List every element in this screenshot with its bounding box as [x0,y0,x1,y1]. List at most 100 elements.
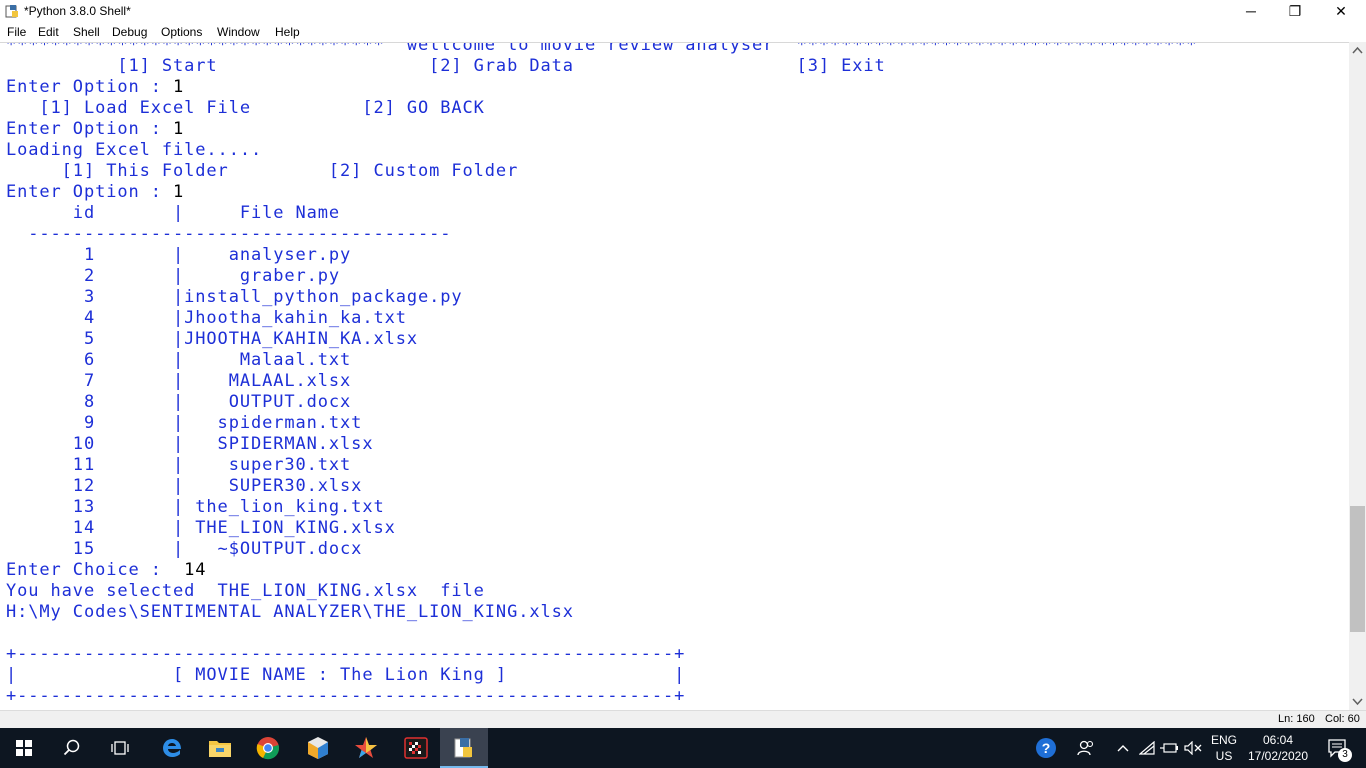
shell-line: id | File Name [6,203,340,224]
app-cube-icon[interactable] [294,728,342,768]
shell-line: 14 | THE_LION_KING.xlsx [6,518,396,539]
shell-output-text: | [ MOVIE NAME : The Lion King ] | [6,665,686,685]
shell-user-input: 1 [173,182,185,202]
shell-output-text: 1 | analyser.py [6,245,352,265]
minimize-button[interactable]: ─ [1228,0,1274,22]
maximize-button[interactable]: ❐ [1272,0,1318,22]
shell-output-text: 14 | THE_LION_KING.xlsx [6,518,396,538]
show-hidden-icons-chevron-icon[interactable] [1114,728,1132,768]
shell-output-text: Loading Excel file..... [6,140,263,160]
shell-line: ********************************** wellc… [6,42,1198,56]
shell-line: 15 | ~$OUTPUT.docx [6,539,362,560]
shell-line: 8 | OUTPUT.docx [6,392,351,413]
shell-line: +---------------------------------------… [6,686,685,707]
shell-output-text: 5 |JHOOTHA_KAHIN_KA.xlsx [6,329,418,349]
shell-output-text: 9 | spiderman.txt [6,413,363,433]
notification-count: 3 [1338,748,1352,762]
shell-line: 4 |Jhootha_kahin_ka.txt [6,308,407,329]
shell-output-text: Enter Option : [6,182,174,202]
search-icon[interactable] [48,728,96,768]
menu-options[interactable]: Options [161,25,202,39]
menu-help[interactable]: Help [275,25,300,39]
shell-output-text: ********************************** wellc… [6,42,1198,55]
shell-output-text: [1] Start [2] Grab Data [3] Exit [6,56,886,76]
close-icon: ✕ [1335,2,1347,19]
shell-line: 11 | super30.txt [6,455,351,476]
shell-line: 5 |JHOOTHA_KAHIN_KA.xlsx [6,329,418,350]
battery-plug-icon[interactable] [1159,728,1179,768]
help-tray-icon[interactable]: ? [1034,728,1058,768]
windows-start-icon[interactable] [0,728,48,768]
shell-user-input: 1 [173,119,185,139]
shell-output-text: +---------------------------------------… [6,686,686,706]
volume-muted-icon[interactable] [1183,728,1203,768]
shell-line: 6 | Malaal.txt [6,350,351,371]
shell-output-text: [1] This Folder [2] Custom Folder [6,161,519,181]
star-app-icon[interactable] [342,728,390,768]
shell-output-text: id | File Name [6,203,341,223]
shell-line: 7 | MALAAL.xlsx [6,371,351,392]
chrome-icon[interactable] [244,728,292,768]
taskbar: ? ENG US 06:04 17/02/2020 3 [0,728,1366,768]
clock-time: 06:04 [1262,733,1294,747]
shell-user-input: 14 [184,560,207,580]
shell-line: 12 | SUPER30.xlsx [6,476,362,497]
shell-line: | [ MOVIE NAME : The Lion King ] | [6,665,685,686]
shell-output-text: 4 |Jhootha_kahin_ka.txt [6,308,407,328]
clock-date: 17/02/2020 [1247,749,1309,763]
shell-output-text: 10 | SPIDERMAN.xlsx [6,434,374,454]
shell-line: -------------------------------------- [6,224,451,245]
shell-line: Enter Option : 1 [6,119,184,140]
scroll-up-arrow-icon[interactable] [1349,42,1366,59]
notifications-button[interactable]: 3 [1318,728,1358,768]
menu-file[interactable]: File [7,25,26,39]
status-bar: Ln: 160 Col: 60 [0,710,1366,729]
checker-app-icon[interactable] [392,728,440,768]
python-idle-taskbar-icon[interactable] [440,728,488,768]
line-number: Ln: 160 [1278,713,1315,725]
shell-line: [1] Load Excel File [2] GO BACK [6,98,485,119]
clock[interactable]: 06:04 17/02/2020 [1244,728,1312,768]
edge-icon[interactable] [148,728,196,768]
shell-output-text: Enter Option : [6,119,174,139]
shell-output-text: -------------------------------------- [6,224,452,244]
shell-text-area[interactable]: ********************************** wellc… [0,42,1349,711]
file-explorer-icon[interactable] [196,728,244,768]
wifi-icon[interactable] [1138,728,1156,768]
menu-bar: File Edit Shell Debug Options Window Hel… [0,22,1366,42]
shell-line: [1] This Folder [2] Custom Folder [6,161,518,182]
close-button[interactable]: ✕ [1318,0,1364,22]
language-label: ENG [1210,733,1237,747]
vertical-scrollbar[interactable] [1349,42,1366,710]
shell-output-text: 8 | OUTPUT.docx [6,392,352,412]
shell-output-text: 13 | the_lion_king.txt [6,497,385,517]
menu-window[interactable]: Window [217,25,260,39]
task-view-icon[interactable] [96,728,144,768]
shell-output-text: 3 |install_python_package.py [6,287,463,307]
shell-output-text: [1] Load Excel File [2] GO BACK [6,98,485,118]
window-title: *Python 3.8.0 Shell* [24,4,131,18]
scroll-down-arrow-icon[interactable] [1349,693,1366,710]
menu-edit[interactable]: Edit [38,25,59,39]
shell-line: Enter Option : 1 [6,182,184,203]
shell-output-text: 15 | ~$OUTPUT.docx [6,539,363,559]
shell-line: 3 |install_python_package.py [6,287,463,308]
shell-output-text: +---------------------------------------… [6,644,686,664]
shell-output-text: 12 | SUPER30.xlsx [6,476,363,496]
language-indicator[interactable]: ENG US [1206,728,1242,768]
shell-line: H:\My Codes\SENTIMENTAL ANALYZER\THE_LIO… [6,602,574,623]
shell-output-text: H:\My Codes\SENTIMENTAL ANALYZER\THE_LIO… [6,602,574,622]
shell-line: 1 | analyser.py [6,245,351,266]
minimize-icon: ─ [1246,3,1256,19]
shell-output-text: You have selected THE_LION_KING.xlsx fil… [6,581,485,601]
shell-line: Enter Option : 1 [6,77,184,98]
shell-output-text: Enter Option : [6,77,174,97]
menu-shell[interactable]: Shell [73,25,100,39]
menu-debug[interactable]: Debug [112,25,147,39]
scroll-thumb[interactable] [1350,506,1365,632]
svg-text:?: ? [1042,740,1051,756]
shell-line: 9 | spiderman.txt [6,413,362,434]
shell-output-text: Enter Choice : [6,560,185,580]
shell-line: You have selected THE_LION_KING.xlsx fil… [6,581,485,602]
people-icon[interactable] [1076,728,1096,768]
